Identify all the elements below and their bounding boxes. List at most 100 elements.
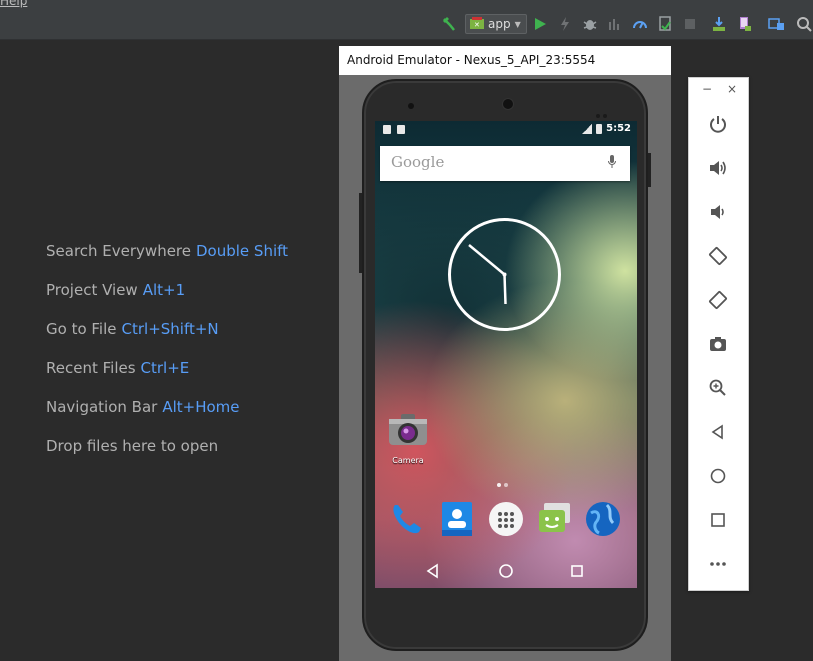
minimize-button[interactable]: −	[702, 82, 712, 96]
emulator-controls-panel: − ×	[688, 77, 749, 591]
debug-bug-icon[interactable]	[581, 15, 599, 33]
make-project-icon[interactable]	[440, 15, 458, 33]
battery-icon	[596, 123, 603, 134]
overview-nav-icon[interactable]	[568, 563, 586, 579]
hint-label: Project View	[46, 281, 138, 299]
hint-search-everywhere: Search Everywhere Double Shift	[46, 242, 288, 281]
page-indicator	[497, 483, 508, 487]
hint-label: Search Everywhere	[46, 242, 191, 260]
search-icon[interactable]	[795, 15, 813, 33]
zoom-button[interactable]	[707, 377, 729, 399]
more-icon	[710, 562, 726, 566]
rotate-right-icon	[709, 291, 727, 309]
run-config-android-icon: ✕	[469, 15, 485, 34]
camera-app-label: Camera	[392, 456, 424, 465]
notification-icons	[383, 125, 405, 134]
back-nav-icon[interactable]	[424, 563, 442, 579]
project-structure-icon[interactable]	[768, 15, 786, 33]
home-button[interactable]	[707, 465, 729, 487]
signal-icon	[582, 123, 593, 134]
sensor-icon	[596, 103, 610, 118]
more-button[interactable]	[707, 553, 729, 575]
device-screen[interactable]: 5:52 Google Camera	[375, 121, 637, 588]
status-bar: 5:52	[375, 121, 637, 139]
camera-app-icon	[389, 414, 427, 445]
google-search-label: Google	[391, 153, 445, 171]
sdk-manager-icon[interactable]	[710, 15, 728, 33]
front-camera-icon	[408, 103, 414, 109]
hint-label: Navigation Bar	[46, 398, 158, 416]
screenshot-button[interactable]	[707, 333, 729, 355]
hint-navigation-bar: Navigation Bar Alt+Home	[46, 398, 288, 437]
sd-card-icon	[383, 125, 391, 134]
run-config-select[interactable]: ✕ app ▼	[465, 14, 527, 34]
hint-go-to-file: Go to File Ctrl+Shift+N	[46, 320, 288, 359]
clock-minute-hand	[468, 244, 506, 276]
zoom-icon	[709, 379, 726, 396]
volume-up-button[interactable]	[707, 157, 729, 179]
overview-button[interactable]	[707, 509, 729, 531]
phone-app-icon[interactable]	[387, 499, 427, 539]
hint-shortcut: Ctrl+E	[140, 359, 190, 377]
browser-app-icon[interactable]	[583, 499, 623, 539]
svg-text:✕: ✕	[474, 21, 480, 29]
android-debug-icon	[397, 125, 405, 134]
analog-clock-widget[interactable]	[447, 217, 562, 332]
app-drawer-icon[interactable]	[486, 499, 526, 539]
volume-down-button[interactable]	[707, 201, 729, 223]
profile-icon[interactable]	[606, 15, 624, 33]
device-stop-icon[interactable]	[681, 15, 699, 33]
hint-recent-files: Recent Files Ctrl+E	[46, 359, 288, 398]
camera-icon	[710, 337, 726, 351]
hint-label: Recent Files	[46, 359, 136, 377]
phone-side-button	[359, 193, 362, 273]
menu-bar: Help	[0, 0, 813, 9]
messaging-app-icon[interactable]	[535, 499, 575, 539]
earpiece-icon	[502, 98, 514, 110]
volume-down-icon	[711, 205, 724, 219]
power-button[interactable]	[707, 113, 729, 135]
menu-help[interactable]: Help	[0, 0, 27, 8]
run-config-label: app	[488, 17, 511, 31]
emulator-window: Android Emulator - Nexus_5_API_23:5554 5…	[339, 46, 671, 661]
emulator-title[interactable]: Android Emulator - Nexus_5_API_23:5554	[339, 46, 671, 75]
debug-lightning-icon[interactable]	[556, 15, 574, 33]
phone-frame: 5:52 Google Camera	[359, 79, 651, 651]
rotate-left-icon	[709, 247, 727, 265]
main-toolbar: ✕ app ▼	[0, 9, 813, 40]
phone-power-button	[648, 153, 651, 187]
hint-project-view: Project View Alt+1	[46, 281, 288, 320]
back-button[interactable]	[707, 421, 729, 443]
app-dock	[375, 497, 637, 541]
welcome-hints: Search Everywhere Double Shift Project Vi…	[46, 242, 288, 476]
navigation-bar	[375, 554, 637, 588]
hint-label: Go to File	[46, 320, 117, 338]
chevron-down-icon: ▼	[514, 19, 521, 29]
clock-hour-hand	[503, 274, 507, 305]
hint-drop-files: Drop files here to open	[46, 437, 288, 476]
hint-label: Drop files here to open	[46, 437, 219, 455]
back-icon	[711, 424, 723, 440]
avd-manager-icon[interactable]	[736, 15, 754, 33]
status-time: 5:52	[606, 123, 631, 134]
sync-icon[interactable]	[631, 15, 649, 33]
microphone-icon[interactable]	[608, 155, 616, 169]
hint-shortcut: Double Shift	[196, 242, 289, 260]
close-button[interactable]: ×	[727, 82, 737, 96]
hint-shortcut: Alt+Home	[162, 398, 240, 416]
google-search-bar[interactable]: Google	[380, 146, 630, 181]
power-icon	[710, 116, 726, 133]
camera-app[interactable]: Camera	[385, 411, 431, 465]
hint-shortcut: Alt+1	[142, 281, 186, 299]
home-icon	[710, 468, 726, 484]
status-right: 5:52	[582, 123, 631, 134]
volume-up-icon	[710, 161, 726, 175]
rotate-right-button[interactable]	[707, 289, 729, 311]
rotate-left-button[interactable]	[707, 245, 729, 267]
hint-shortcut: Ctrl+Shift+N	[121, 320, 219, 338]
contacts-app-icon[interactable]	[437, 499, 477, 539]
home-nav-icon[interactable]	[497, 563, 515, 579]
run-icon[interactable]	[531, 15, 549, 33]
overview-icon	[711, 513, 725, 527]
coverage-icon[interactable]	[656, 15, 674, 33]
